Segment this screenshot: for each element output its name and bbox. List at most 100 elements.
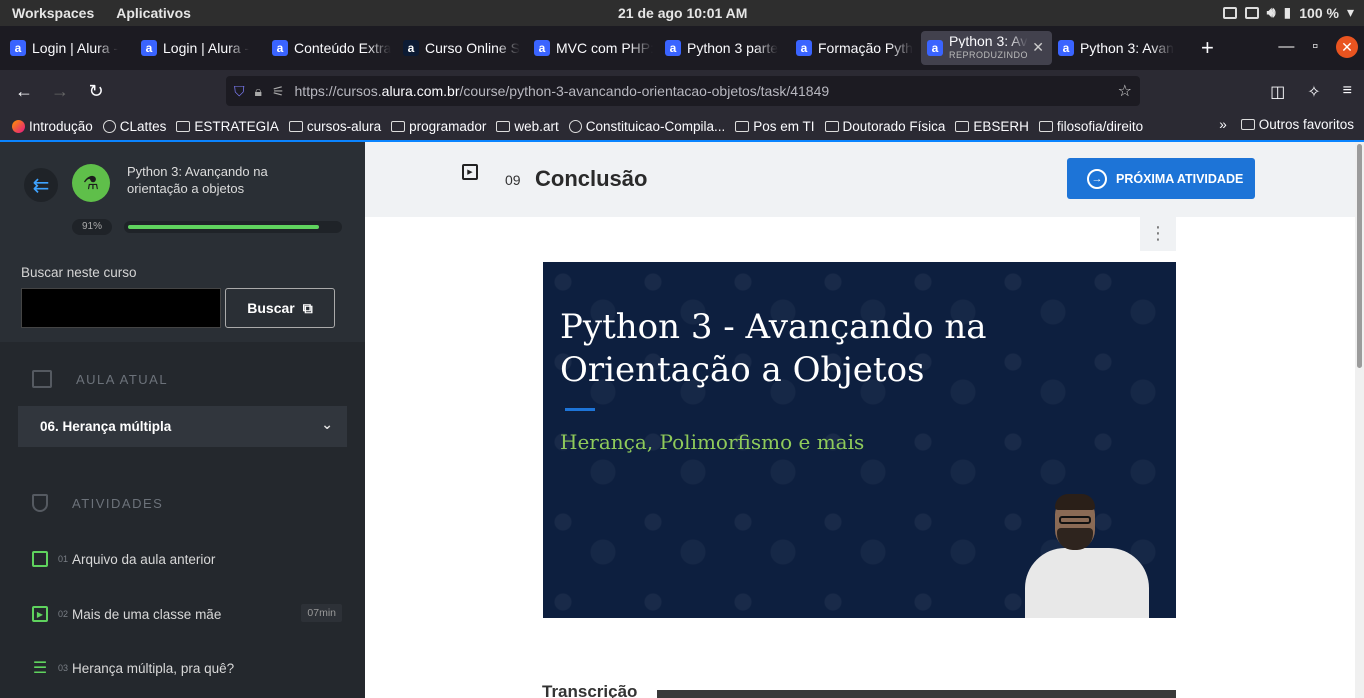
minimize-icon[interactable]: — xyxy=(1278,38,1294,56)
keyboard-icon xyxy=(1244,6,1259,19)
lesson-select[interactable]: 06. Herança múltipla ⌄ xyxy=(18,406,347,447)
list-icon: ☰ xyxy=(32,660,48,677)
book-icon xyxy=(32,370,52,388)
bookmark-star-icon[interactable]: ☆ xyxy=(1118,81,1132,101)
activity-item[interactable]: ▶ 02 Mais de uma classe mãe 07min xyxy=(32,602,342,626)
tab-strip: a Login | Alura - a Login | Alura - a Conte… xyxy=(0,26,1364,70)
close-tab-icon[interactable]: ✕ xyxy=(1032,39,1044,56)
url-text[interactable]: https://cursos.alura.com.br/course/pytho… xyxy=(295,83,830,99)
activity-item[interactable]: 01 Arquivo da aula anterior xyxy=(32,547,342,571)
alura-icon: a xyxy=(141,40,157,56)
folder-icon xyxy=(955,120,970,132)
progress-bar xyxy=(124,221,342,233)
alura-icon: a xyxy=(927,40,943,56)
folder-icon xyxy=(735,120,750,132)
close-window-icon[interactable]: ✕ xyxy=(1336,36,1358,58)
bookmark-folder[interactable]: EBSERH xyxy=(955,119,1029,134)
browser-tab[interactable]: a Conteúdo Extra xyxy=(266,31,397,65)
browser-tab[interactable]: a MVC com PHP: xyxy=(528,31,659,65)
bookmark-folder[interactable]: cursos-alura xyxy=(288,119,381,134)
alura-icon: a xyxy=(796,40,812,56)
globe-icon xyxy=(568,119,582,133)
more-options-icon[interactable]: ⋮ xyxy=(1140,217,1176,251)
bookmark-item[interactable]: Introdução xyxy=(12,119,93,134)
back-icon[interactable]: ← xyxy=(6,81,42,102)
video-title: Python 3 - Avançando na Orientação a Obj… xyxy=(560,307,987,390)
chevron-down-icon: ⌄ xyxy=(321,416,333,432)
browser-tab-active[interactable]: a Python 3: Av REPRODUZINDO ✕ xyxy=(921,31,1052,65)
task-title: Conclusão xyxy=(535,166,648,191)
task-header: ▶ 09 Conclusão → PRÓXIMA ATIVIDADE xyxy=(365,142,1355,217)
alura-icon: a xyxy=(272,40,288,56)
browser-tab[interactable]: a Curso Online S xyxy=(397,31,528,65)
folder-icon xyxy=(391,120,406,132)
extension-icon[interactable]: ✧ xyxy=(1307,82,1320,102)
battery-level: 100 % xyxy=(1299,4,1339,21)
collapse-sidebar-icon[interactable]: ⇇ xyxy=(24,168,58,202)
folder-icon xyxy=(176,120,191,132)
bookmark-folder[interactable]: Doutorado Física xyxy=(824,119,945,134)
bookmark-folder[interactable]: ESTRATEGIA xyxy=(176,119,279,134)
folder-icon xyxy=(1240,119,1255,130)
bookmark-folder[interactable]: filosofia/direito xyxy=(1038,119,1143,134)
bookmark-item[interactable]: Constituicao-Compila... xyxy=(568,119,725,134)
folder-icon xyxy=(288,120,303,132)
next-activity-button[interactable]: → PRÓXIMA ATIVIDADE xyxy=(1067,158,1255,199)
transcription-toggle-bar[interactable] xyxy=(657,690,1176,698)
video-icon: ▶ xyxy=(32,606,48,622)
alura-icon: a xyxy=(10,40,26,56)
workspaces-menu[interactable]: Workspaces xyxy=(12,5,94,21)
bookmarks-bar: Introdução CLattes ESTRATEGIA cursos-alu… xyxy=(0,112,1364,140)
forward-icon[interactable]: → xyxy=(42,81,78,102)
activities-heading: ATIVIDADES xyxy=(32,494,163,512)
more-bookmarks-icon[interactable]: » xyxy=(1219,117,1227,132)
course-search-input[interactable] xyxy=(21,288,221,328)
bookmark-folder[interactable]: web.art xyxy=(496,119,559,134)
presenter-image xyxy=(1019,492,1153,618)
system-tray[interactable]: 🔊︎ ▮ 100 % ▾ xyxy=(1222,4,1354,21)
activity-item[interactable]: ☰ 03 Herança múltipla, pra quê? xyxy=(32,656,342,680)
navigation-toolbar: ← → ↻ ⛉ 🔒︎ ⚟ https://cursos.alura.com.br… xyxy=(0,70,1364,112)
reload-icon[interactable]: ↻ xyxy=(78,81,114,102)
alura-icon: a xyxy=(665,40,681,56)
url-bar[interactable]: ⛉ 🔒︎ ⚟ https://cursos.alura.com.br/cours… xyxy=(226,76,1140,106)
alura-icon: a xyxy=(1058,40,1074,56)
screen-icon xyxy=(1222,6,1237,19)
bookmark-folder[interactable]: programador xyxy=(391,119,486,134)
title-divider xyxy=(565,408,595,411)
course-title[interactable]: Python 3: Avançando na orientação a obje… xyxy=(127,163,297,197)
browser-tab[interactable]: a Formação Pyth xyxy=(790,31,921,65)
lock-icon[interactable]: 🔒︎ xyxy=(255,83,262,100)
permissions-icon[interactable]: ⚟ xyxy=(272,83,285,100)
browser-tab[interactable]: a Python 3: Avan xyxy=(1052,31,1183,65)
video-player[interactable]: Python 3 - Avançando na Orientação a Obj… xyxy=(543,262,1176,618)
browser-tab[interactable]: a Python 3 parte xyxy=(659,31,790,65)
menu-icon[interactable]: ≡ xyxy=(1343,82,1352,102)
other-bookmarks[interactable]: Outros favoritos xyxy=(1240,117,1354,132)
search-button[interactable]: Buscar ⧉ xyxy=(225,288,335,328)
new-tab-icon[interactable]: + xyxy=(1201,35,1214,61)
scrollbar-thumb[interactable] xyxy=(1357,144,1362,368)
task-number: 09 xyxy=(505,172,521,188)
folder-icon xyxy=(1038,120,1053,132)
video-subtitle: Herança, Polimorfismo e mais xyxy=(560,430,865,454)
current-lesson-heading: AULA ATUAL xyxy=(32,370,168,388)
flask-icon xyxy=(32,494,48,512)
activity-duration: 07min xyxy=(301,604,342,622)
browser-tab[interactable]: a Login | Alura - xyxy=(4,31,135,65)
pocket-icon[interactable]: ◫ xyxy=(1270,82,1285,102)
bookmark-folder[interactable]: Pos em TI xyxy=(735,119,815,134)
system-clock[interactable]: 21 de ago 10:01 AM xyxy=(618,5,747,21)
external-link-icon: ⧉ xyxy=(302,299,313,316)
search-label: Buscar neste curso xyxy=(21,265,137,280)
alura-dark-icon: a xyxy=(403,40,419,56)
bookmark-item[interactable]: CLattes xyxy=(102,119,166,134)
book-icon xyxy=(32,551,48,567)
shield-icon[interactable]: ⛉ xyxy=(234,83,245,100)
maximize-icon[interactable]: ▫ xyxy=(1312,38,1318,56)
apps-menu[interactable]: Aplicativos xyxy=(116,5,191,21)
page-scrollbar[interactable] xyxy=(1355,142,1364,698)
browser-tab[interactable]: a Login | Alura - xyxy=(135,31,266,65)
sidebar-body: AULA ATUAL 06. Herança múltipla ⌄ ATIVIDA… xyxy=(0,342,365,698)
folder-icon xyxy=(824,120,839,132)
